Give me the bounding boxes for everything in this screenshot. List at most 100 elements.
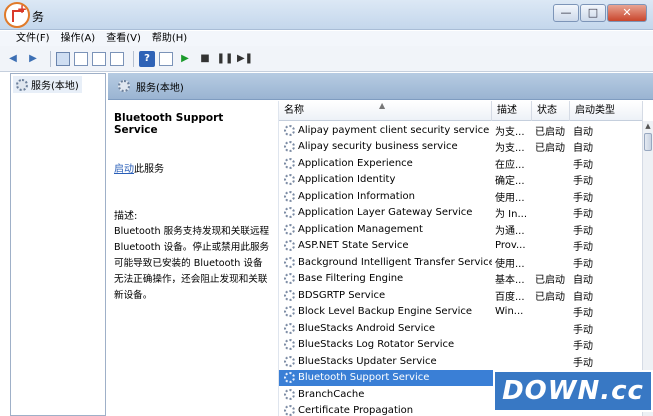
scroll-thumb[interactable] [644,133,652,151]
gear-icon [284,207,295,219]
console-tree: 服务(本地) [10,73,106,416]
close-button[interactable]: ✕ [607,4,647,22]
menu-view[interactable]: 查看(V) [106,31,141,46]
minimize-button[interactable]: — [553,4,579,22]
view-icon[interactable] [159,51,173,66]
menu-help[interactable]: 帮助(H) [152,31,187,46]
action-suffix: 此服务 [134,164,164,175]
gear-icon [284,289,295,301]
console-tree-icon[interactable] [56,51,70,66]
service-startup-type: 自动 [573,291,593,303]
column-header-startup-type[interactable]: 启动类型 [570,101,643,121]
sort-ascending-icon: ▲ [379,101,386,110]
scroll-up-icon[interactable]: ▲ [643,121,653,132]
service-startup-type: 手动 [573,176,593,188]
gear-icon [284,372,295,384]
service-name-cell: Block Level Backup Engine Service [279,306,492,318]
column-header-status[interactable]: 状态 [532,101,570,121]
table-row[interactable]: Block Level Backup Engine Service Win... 手… [279,304,643,321]
title-bar: 务 — □ ✕ [0,0,653,30]
watermark-text: DOWN.cc [502,376,644,406]
service-name: ASP.NET State Service [298,240,409,252]
column-header-description[interactable]: 描述 [492,101,532,121]
gear-icon [284,240,295,252]
service-description: Prov... [495,240,526,252]
gear-icon [284,273,295,285]
window-controls: — □ ✕ [552,4,647,22]
service-name: Application Management [298,223,423,235]
refresh-icon[interactable] [92,51,106,66]
help-icon[interactable]: ? [139,50,155,67]
column-name-label: 名称 [284,105,304,116]
service-name: Certificate Propagation [298,405,414,416]
service-name-cell: Application Layer Gateway Service [279,207,492,219]
restart-service-icon[interactable]: ▶❚ [237,51,253,67]
table-row[interactable]: BlueStacks Log Rotator Service 手动 [279,337,643,354]
service-description: 为支... [495,143,525,155]
description-text: Bluetooth 服务支持发现和关联远程 Bluetooth 设备。停止或禁用… [114,226,270,301]
table-row[interactable]: Application Layer Gateway Service 为 In...… [279,205,643,222]
service-name: BDSGRTP Service [298,289,386,301]
service-name: Alipay payment client security service [298,124,490,136]
tree-item-services-local[interactable]: 服务(本地) [13,76,82,93]
gear-icon [284,339,295,351]
service-action: 启动此服务 [114,160,270,175]
service-name: BranchCache [298,388,365,400]
service-startup-type: 手动 [573,209,593,221]
service-name: Alipay security business service [298,141,458,153]
toolbar-divider [133,50,134,67]
start-service-icon[interactable]: ▶ [177,51,193,67]
table-row[interactable]: Background Intelligent Transfer Service 使… [279,254,643,271]
service-details: Bluetooth Support Service 启动此服务 描述: Blue… [108,101,276,416]
pause-service-icon[interactable]: ❚❚ [217,51,234,67]
service-name-cell: BranchCache [279,388,492,400]
table-row[interactable]: ASP.NET State Service Prov... 手动 [279,238,643,255]
table-row[interactable]: Application Experience 在应... 手动 [279,155,643,172]
gear-icon [16,78,28,91]
service-description: 使用... [495,192,525,204]
back-icon[interactable]: ◀ [5,51,21,67]
table-row[interactable]: BlueStacks Android Service 手动 [279,320,643,337]
stop-service-icon[interactable]: ■ [197,51,213,67]
service-status: 已启动 [535,143,565,155]
services-panel: 服务(本地) Bluetooth Support Service 启动此服务 描… [108,73,653,416]
service-name: BlueStacks Android Service [298,322,436,334]
table-row[interactable]: Application Information 使用... 手动 [279,188,643,205]
service-name-cell: Application Identity [279,174,492,186]
properties-icon[interactable] [74,51,88,66]
maximize-button[interactable]: □ [580,4,606,22]
service-startup-type: 自动 [573,275,593,287]
service-startup-type: 手动 [573,308,593,320]
table-row[interactable]: Alipay payment client security service 为支… [279,122,643,139]
service-startup-type: 手动 [573,357,593,369]
export-list-icon[interactable] [110,51,124,66]
column-header-name[interactable]: 名称 ▲ [279,101,492,121]
gear-icon [284,190,295,202]
menu-file[interactable]: 文件(F) [16,31,50,46]
table-row[interactable]: Application Identity 确定... 手动 [279,172,643,189]
service-startup-type: 手动 [573,341,593,353]
table-row[interactable]: Application Management 为通... 手动 [279,221,643,238]
menu-bar: 文件(F) 操作(A) 查看(V) 帮助(H) [0,31,653,46]
service-name-cell: Certificate Propagation [279,405,492,416]
service-name-cell: Application Information [279,190,492,202]
table-row[interactable]: Alipay security business service 为支... 已启动… [279,139,643,156]
services-list: 名称 ▲ 描述 状态 启动类型 Alipay payment client se… [278,101,653,416]
table-row[interactable]: BDSGRTP Service 百度... 已启动 自动 [279,287,643,304]
service-name-cell: Alipay payment client security service [279,124,492,136]
service-startup-type: 手动 [573,258,593,270]
menu-action[interactable]: 操作(A) [61,31,96,46]
start-service-link[interactable]: 启动 [114,164,134,175]
service-description: 为 In... [495,209,528,221]
service-name-cell: ASP.NET State Service [279,240,492,252]
forward-icon[interactable]: ▶ [25,51,41,67]
service-description: 为通... [495,225,525,237]
service-name-cell: Application Management [279,223,492,235]
service-startup-type: 手动 [573,159,593,171]
service-name-cell: BDSGRTP Service [279,289,492,301]
toolbar-divider [50,50,51,67]
gear-icon [284,322,295,334]
table-row[interactable]: BlueStacks Updater Service 手动 [279,353,643,370]
table-row[interactable]: Base Filtering Engine 基本... 已启动 自动 [279,271,643,288]
service-name-cell: Background Intelligent Transfer Service [279,256,492,268]
